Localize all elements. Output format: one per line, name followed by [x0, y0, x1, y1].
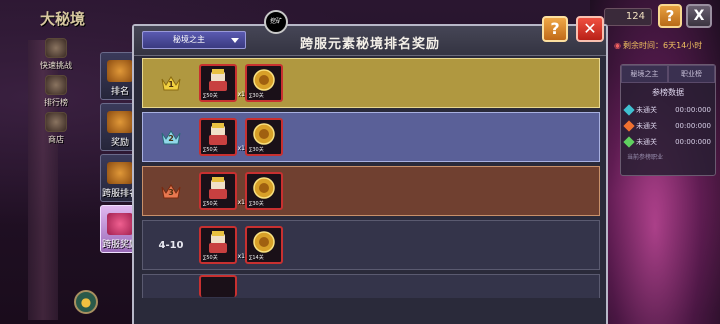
chest-icon — [107, 111, 133, 133]
rank-cell: 2 — [143, 129, 199, 145]
reward-item-character[interactable] — [199, 275, 237, 297]
gold-emblem-icon — [253, 177, 275, 199]
rank-cell: 1 — [143, 75, 199, 91]
game-title: 大秘境 — [40, 10, 86, 28]
character-portrait-icon — [209, 123, 227, 145]
side-tabs: 秘境之主 职业榜 — [621, 65, 715, 83]
item-quantity: x1 — [237, 253, 245, 260]
row-status: 未通关 — [636, 106, 657, 114]
reward-item-character[interactable]: ∑50关 x1 — [199, 226, 245, 264]
item-quantity: x1 — [237, 145, 245, 152]
close-button[interactable]: ✕ — [576, 16, 604, 42]
reward-row-partial — [142, 274, 600, 298]
gold-emblem-icon — [253, 231, 275, 253]
character-portrait-icon — [209, 177, 227, 199]
rank-number: 2 — [168, 134, 174, 143]
item-subtext: ∑30关 — [249, 201, 264, 207]
item-subtext: ∑50关 — [203, 93, 218, 99]
trophy-icon — [107, 60, 133, 82]
modal-title: 跨服元素秘境排名奖励 — [299, 37, 440, 52]
treasure-chest-icon — [107, 213, 133, 235]
crown-icon: 1 — [161, 75, 181, 91]
side-row: 未通关 00:00:000 — [621, 118, 715, 134]
item-quantity: x1 — [237, 91, 245, 98]
reward-item-emblem[interactable]: ∑14关 — [245, 226, 283, 264]
nav-label: 快速挑战 — [40, 61, 72, 70]
item-subtext: ∑14关 — [249, 255, 264, 261]
rank-cell: 3 — [143, 183, 199, 199]
left-nav: 快速挑战 排行榜 商店 — [22, 38, 90, 149]
gem-icon — [623, 136, 635, 148]
character-portrait-icon — [209, 231, 227, 253]
item-subtext: ∑30关 — [249, 93, 264, 99]
side-tab-secret-lord[interactable]: 秘境之主 — [621, 65, 668, 83]
reward-item-character[interactable]: ∑50关 x1 — [199, 172, 245, 210]
reward-row-rank-1: 1 ∑50关 x1 ∑30关 — [142, 58, 600, 108]
ranking-data-panel: 秘境之主 职业榜 参榜数据 未通关 00:00:000 未通关 00:00:00… — [620, 64, 716, 176]
help-button[interactable]: ? — [542, 16, 568, 42]
item-subtext: ∑30关 — [249, 147, 264, 153]
nav-item-shop[interactable]: 商店 — [22, 112, 90, 148]
reward-row-rank-3: 3 ∑50关 x1 ∑30关 — [142, 166, 600, 216]
nav-item-leaderboard[interactable]: 排行榜 — [22, 75, 90, 111]
reward-item-emblem[interactable]: ∑30关 — [245, 172, 283, 210]
location-pin-icon[interactable]: ● — [74, 290, 98, 314]
reward-item-emblem[interactable]: ∑30关 — [245, 64, 283, 102]
item-subtext: ∑50关 — [203, 255, 218, 261]
season-remaining-time: ◉ 剩余时间：6天14小时 — [614, 40, 702, 51]
reward-item-character[interactable]: ∑50关 x1 — [199, 118, 245, 156]
row-time: 00:00:000 — [675, 122, 711, 130]
nav-label: 商店 — [48, 135, 64, 144]
reward-rows: 1 ∑50关 x1 ∑30关 2 ∑50关 x1 ∑30关 3 ∑50关 x1 … — [142, 58, 600, 298]
hud-help-button[interactable]: ? — [658, 4, 682, 28]
currency-counter: 124 — [604, 8, 652, 26]
mining-badge[interactable]: 挖矿 — [264, 10, 288, 34]
row-time: 00:00:000 — [675, 106, 711, 114]
reward-item-emblem[interactable]: ∑30关 — [245, 118, 283, 156]
reward-row-rank-4-10: 4-10 ∑50关 x1 ∑14关 — [142, 220, 600, 270]
side-panel-title: 参榜数据 — [652, 88, 684, 97]
crown-icon: 2 — [161, 129, 181, 145]
rank-range: 4-10 — [158, 239, 184, 251]
modal-header: 秘境之主 跨服元素秘境排名奖励 — [134, 26, 606, 56]
side-footer: 当前参榜职业 — [627, 154, 664, 161]
item-subtext: ∑50关 — [203, 147, 218, 153]
row-status: 未通关 — [636, 122, 657, 130]
season-time-text: 剩余时间：6天14小时 — [622, 41, 703, 50]
nav-item-quick-challenge[interactable]: 快速挑战 — [22, 38, 90, 74]
item-quantity: x1 — [237, 199, 245, 206]
rank-number: 3 — [168, 188, 174, 197]
clock-icon: ◉ — [614, 41, 621, 50]
reward-item-character[interactable]: ∑50关 x1 — [199, 64, 245, 102]
rank-number: 1 — [168, 80, 174, 89]
trophy-icon — [45, 75, 67, 95]
side-tab-class-rank[interactable]: 职业榜 — [668, 65, 715, 83]
nav-label: 排行榜 — [44, 98, 68, 107]
crown-icon: 3 — [161, 183, 181, 199]
rank-cell: 4-10 — [143, 240, 199, 251]
gold-emblem-icon — [253, 123, 275, 145]
skull-icon — [45, 38, 67, 58]
gem-icon — [623, 104, 635, 116]
gold-emblem-icon — [253, 69, 275, 91]
reward-row-rank-2: 2 ∑50关 x1 ∑30关 — [142, 112, 600, 162]
side-row: 未通关 00:00:000 — [621, 102, 715, 118]
throne-icon — [107, 162, 133, 184]
side-row: 未通关 00:00:000 — [621, 134, 715, 150]
hud-close-button[interactable]: X — [686, 4, 712, 28]
tab-label: 奖励 — [110, 138, 129, 148]
row-status: 未通关 — [636, 138, 657, 146]
shop-icon — [45, 112, 67, 132]
gem-icon — [623, 120, 635, 132]
reward-modal: 秘境之主 跨服元素秘境排名奖励 1 ∑50关 x1 ∑30关 2 ∑50关 x1… — [132, 24, 608, 324]
character-portrait-icon — [209, 69, 227, 91]
tab-label: 排名 — [110, 87, 129, 97]
row-time: 00:00:000 — [675, 138, 711, 146]
item-subtext: ∑50关 — [203, 201, 218, 207]
